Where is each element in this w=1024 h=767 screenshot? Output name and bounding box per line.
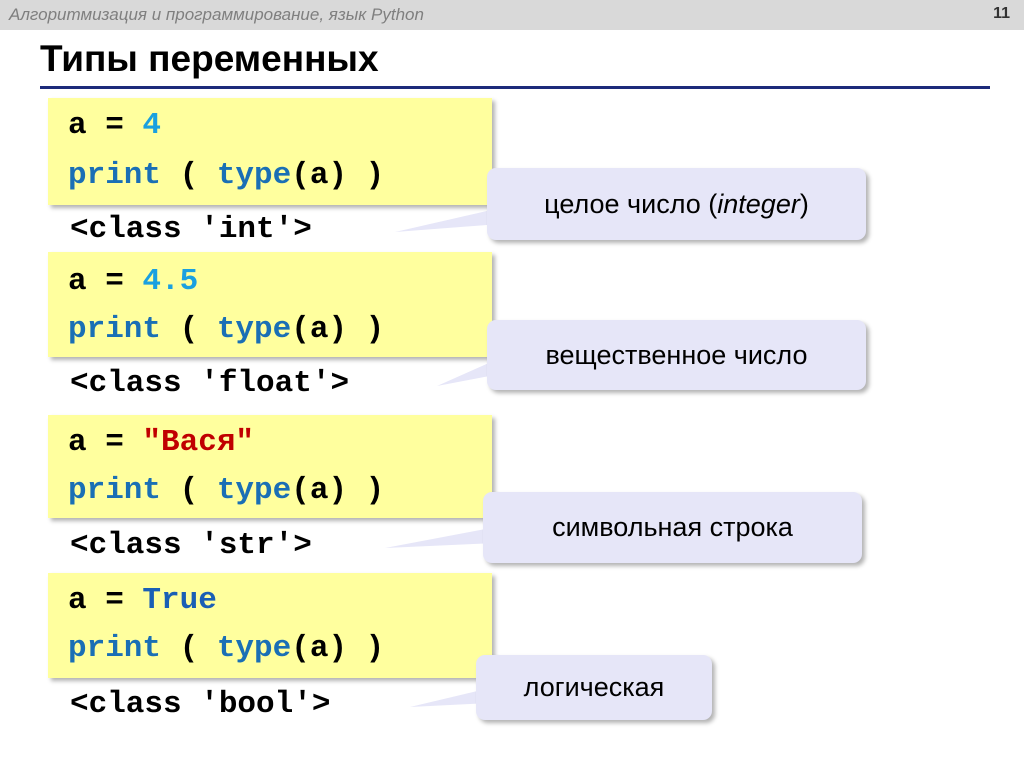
code-line-print: print ( type(a) ): [68, 473, 385, 508]
output-int: <class 'int'>: [70, 212, 312, 247]
code-line-print: print ( type(a) ): [68, 312, 385, 347]
callout-float: вещественное число: [487, 320, 866, 390]
code-block-bool: a = True print ( type(a) ): [48, 573, 492, 678]
code-line-print: print ( type(a) ): [68, 158, 385, 193]
output-str: <class 'str'>: [70, 528, 312, 563]
code-line-assign: a = 4: [68, 108, 162, 143]
callout-int: целое число (integer): [487, 168, 866, 240]
callout-bool: логическая: [476, 655, 712, 720]
code-line-assign: a = "Вася": [68, 425, 255, 460]
code-line-assign: a = 4.5: [68, 264, 199, 299]
callout-tail-str: [385, 527, 496, 548]
callout-tail-int: [395, 208, 500, 232]
code-block-str: a = "Вася" print ( type(a) ): [48, 415, 492, 518]
output-bool: <class 'bool'>: [70, 687, 331, 722]
callout-str: символьная строка: [483, 492, 862, 563]
code-line-assign: a = True: [68, 583, 217, 618]
code-line-print: print ( type(a) ): [68, 631, 385, 666]
code-block-float: a = 4.5 print ( type(a) ): [48, 252, 492, 357]
output-float: <class 'float'>: [70, 366, 350, 401]
code-block-int: a = 4 print ( type(a) ): [48, 98, 492, 205]
